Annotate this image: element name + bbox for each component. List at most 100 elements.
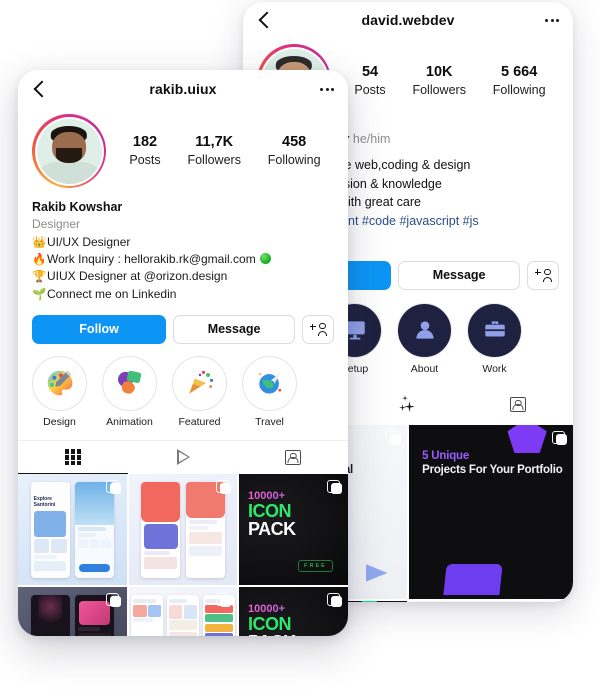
stat-value: 182 bbox=[132, 134, 158, 151]
bio-line-text: Work Inquiry : hellorakib.rk@gmail.com bbox=[47, 251, 256, 266]
multi-post-icon bbox=[105, 593, 121, 607]
bio-line: 🏆UIUX Designer at @orizon.design bbox=[32, 268, 334, 285]
tagged-person-icon bbox=[285, 449, 301, 465]
post-cell[interactable]: Bank of Orizon bbox=[18, 587, 127, 636]
tab-tagged[interactable] bbox=[238, 441, 348, 474]
tab-reels[interactable] bbox=[353, 388, 463, 421]
front-stats: 182 Posts 11,7K Followers 458 Following bbox=[106, 133, 334, 168]
phone-card-front: rakib.uiux 182 Posts 11,7K Followers 458… bbox=[18, 70, 348, 636]
back-stats: 54 Posts 10K Followers 5 664 Following bbox=[331, 63, 559, 98]
more-options-icon[interactable] bbox=[320, 87, 334, 91]
grid-icon bbox=[65, 449, 81, 466]
post-cell[interactable]: Explore Santorini bbox=[18, 474, 127, 586]
fire-icon: 🔥 bbox=[32, 253, 47, 266]
stat-label: Followers bbox=[412, 82, 466, 97]
stat-label: Posts bbox=[129, 152, 161, 167]
stat-value: 10K bbox=[425, 64, 453, 81]
tab-reels[interactable] bbox=[128, 441, 238, 474]
post-mid-text: ICON bbox=[248, 500, 292, 521]
multi-post-icon bbox=[326, 480, 342, 494]
stat-label: Posts bbox=[354, 82, 386, 97]
post-cell[interactable]: 10000+ ICON PACK FREE bbox=[239, 474, 348, 586]
screenshot-stage: david.webdev 54 Posts 10K Followers 5 66… bbox=[0, 0, 600, 700]
stat-followers[interactable]: 11,7K Followers bbox=[187, 133, 241, 168]
bio-line-text: Connect me on Linkedin bbox=[47, 286, 177, 301]
front-actions: Follow Message bbox=[18, 303, 348, 344]
highlight-label: Featured bbox=[178, 415, 221, 428]
bio-pronouns: he/him bbox=[352, 132, 391, 146]
mockup-title: Explore Santorini bbox=[33, 496, 56, 508]
add-person-button[interactable] bbox=[302, 314, 334, 344]
trophy-icon: 🏆 bbox=[32, 271, 47, 284]
highlight-animation[interactable]: Animation bbox=[102, 355, 157, 430]
highlight-work[interactable]: Work bbox=[467, 302, 522, 377]
sparkles-reels-icon bbox=[399, 395, 417, 413]
highlight-label: Animation bbox=[106, 415, 153, 428]
stat-label: Following bbox=[267, 152, 321, 167]
bio-line-text: UIUX Designer at @orizon.design bbox=[47, 269, 228, 284]
highlight-label: About bbox=[410, 362, 439, 375]
front-topbar: rakib.uiux bbox=[18, 70, 348, 108]
highlight-label: Travel bbox=[255, 415, 284, 428]
avatar bbox=[36, 118, 102, 184]
stat-label: Followers bbox=[187, 152, 241, 167]
profile-username: david.webdev bbox=[361, 12, 455, 28]
post-badge: FREE bbox=[298, 560, 333, 572]
post-cell[interactable]: Do We Really Need To Use React? bbox=[409, 600, 573, 602]
post-bot-text: PACK bbox=[248, 518, 296, 539]
front-post-grid: Explore Santorini 10000+ ICON PACK FREE … bbox=[18, 474, 348, 636]
highlight-travel[interactable]: Travel bbox=[242, 355, 297, 430]
bio-line: 🔥Work Inquiry : hellorakib.rk@gmail.com bbox=[32, 251, 334, 268]
post-cell[interactable]: 5 Unique Projects For Your Portfolio bbox=[409, 425, 573, 599]
post-cell[interactable] bbox=[128, 474, 238, 586]
multi-post-icon bbox=[105, 480, 121, 494]
multi-post-icon bbox=[326, 593, 342, 607]
stat-followers[interactable]: 10K Followers bbox=[412, 63, 466, 98]
back-button[interactable] bbox=[257, 12, 273, 28]
bio-line: 🌱Connect me on Linkedin bbox=[32, 286, 334, 303]
green-circle-icon bbox=[259, 252, 271, 264]
sprout-icon: 🌱 bbox=[32, 288, 47, 301]
stat-value: 11,7K bbox=[195, 134, 234, 151]
crown-icon: 👑 bbox=[32, 236, 47, 249]
message-button[interactable]: Message bbox=[173, 314, 295, 344]
message-button[interactable]: Message bbox=[398, 260, 520, 290]
highlight-about[interactable]: About bbox=[397, 302, 452, 377]
briefcase-icon bbox=[467, 302, 522, 358]
stat-posts[interactable]: 54 Posts bbox=[354, 63, 385, 98]
post-cell[interactable]: 10000+ ICON PACK FREE bbox=[239, 587, 348, 636]
front-bio: Rakib Kowshar Designer 👑UI/UX Designer 🔥… bbox=[18, 188, 348, 303]
more-options-icon[interactable] bbox=[545, 18, 559, 22]
bio-category: Designer bbox=[32, 217, 81, 232]
post-cell[interactable] bbox=[128, 587, 238, 636]
post-bot-text: PACK bbox=[248, 633, 341, 636]
party-popper-icon bbox=[172, 355, 227, 411]
stat-value: 458 bbox=[282, 134, 307, 151]
multi-post-icon bbox=[386, 431, 401, 445]
front-tabs bbox=[18, 440, 348, 475]
stat-value: 54 bbox=[361, 64, 379, 81]
highlight-featured[interactable]: Featured bbox=[172, 355, 227, 430]
post-rest-text: Projects For Your Portfolio bbox=[422, 464, 563, 477]
highlight-design[interactable]: Design bbox=[32, 355, 87, 430]
follow-button[interactable]: Follow bbox=[32, 314, 167, 344]
stat-posts[interactable]: 182 Posts bbox=[129, 133, 160, 168]
profile-username: rakib.uiux bbox=[149, 81, 217, 97]
post-accent-text: 5 Unique bbox=[422, 450, 470, 463]
tab-tagged[interactable] bbox=[463, 388, 573, 421]
post-mid-text: ICON bbox=[248, 613, 292, 634]
bio-line: 👑UI/UX Designer bbox=[32, 234, 334, 251]
back-button[interactable] bbox=[32, 81, 48, 97]
front-profile-header: 182 Posts 11,7K Followers 458 Following bbox=[18, 108, 348, 188]
highlight-label: Design bbox=[43, 415, 76, 428]
bio-line-text: UI/UX Designer bbox=[47, 234, 131, 249]
add-person-button[interactable] bbox=[527, 260, 559, 290]
stat-label: Following bbox=[492, 82, 546, 97]
bio-display-name: Rakib Kowshar bbox=[32, 200, 123, 214]
stat-following[interactable]: 5 664 Following bbox=[493, 63, 546, 98]
avatar-story-ring[interactable] bbox=[32, 114, 106, 188]
tab-grid[interactable] bbox=[18, 441, 128, 475]
stat-following[interactable]: 458 Following bbox=[268, 133, 321, 168]
add-person-icon bbox=[309, 322, 327, 336]
add-person-icon bbox=[534, 268, 552, 282]
